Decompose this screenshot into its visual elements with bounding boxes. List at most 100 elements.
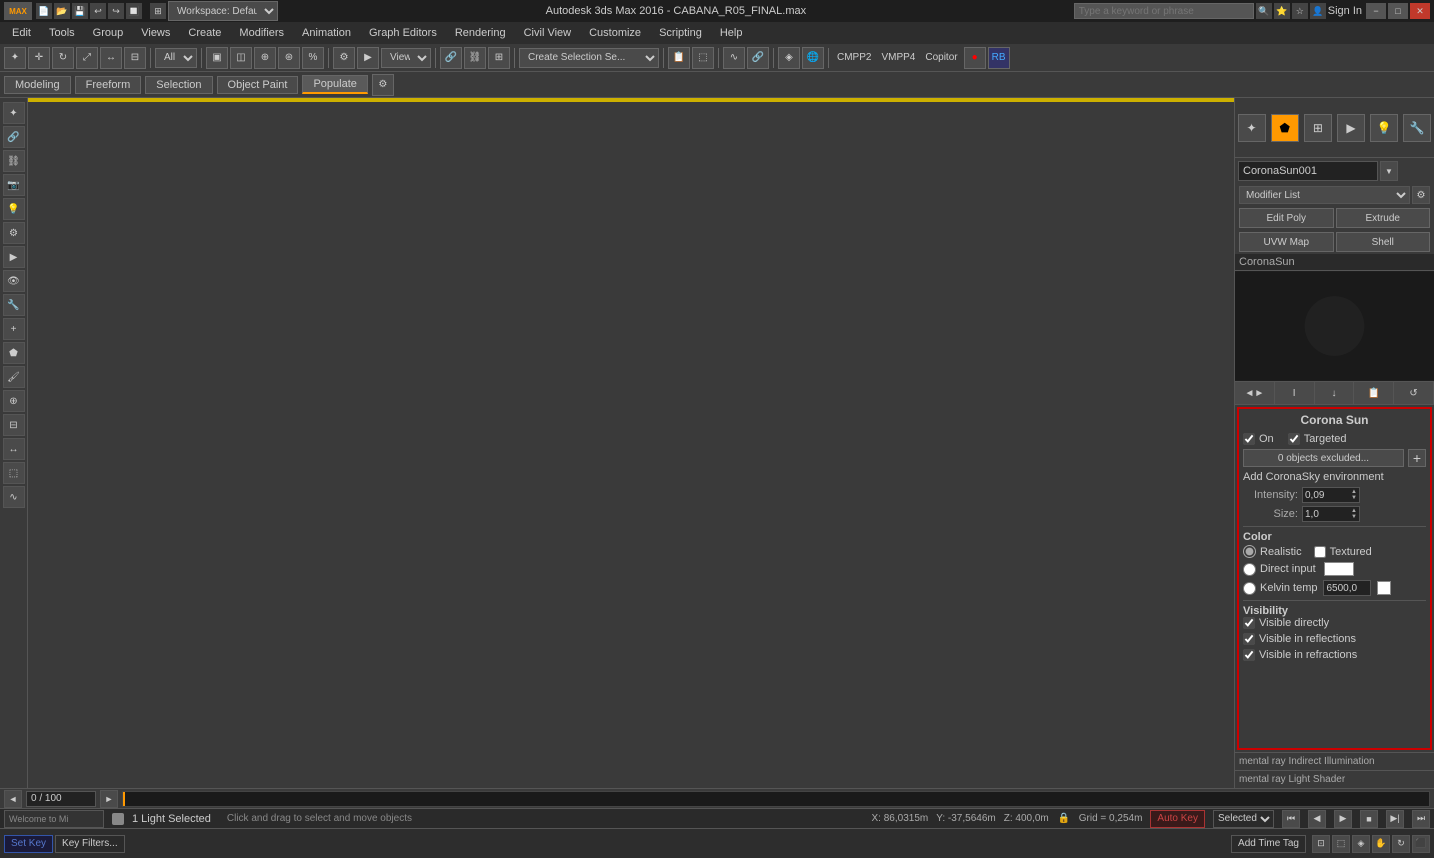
visible-directly-checkbox[interactable] (1243, 617, 1255, 629)
select-btn[interactable]: ✦ (4, 47, 26, 69)
bind-btn[interactable]: ⊞ (488, 47, 510, 69)
save-icon[interactable]: 💾 (72, 3, 88, 19)
viewport[interactable]: [+] [Orthographic] [Shaded] <<Disabled>>… (28, 98, 1234, 102)
motion-panel-btn[interactable]: ▶ (1337, 114, 1365, 142)
left-modify-btn[interactable]: ⬟ (3, 342, 25, 364)
menu-modifiers[interactable]: Modifiers (231, 25, 292, 41)
targeted-checkbox[interactable] (1288, 433, 1300, 445)
create-panel-btn[interactable]: ✦ (1238, 114, 1266, 142)
timeline-expand-right-btn[interactable]: ► (100, 790, 118, 808)
menu-create[interactable]: Create (180, 25, 229, 41)
visible-reflections-checkbox[interactable] (1243, 633, 1255, 645)
dot-red-btn[interactable]: ● (964, 47, 986, 69)
display-panel-btn[interactable]: 💡 (1370, 114, 1398, 142)
go-start-btn[interactable]: ⏮ (1282, 810, 1300, 828)
open-icon[interactable]: 📂 (54, 3, 70, 19)
size-down-arrow[interactable]: ▼ (1351, 514, 1357, 520)
link-btn[interactable]: 🔗 (440, 47, 462, 69)
stop-btn[interactable]: ■ (1360, 810, 1378, 828)
material-editor-btn[interactable]: ◈ (778, 47, 800, 69)
scene-icon[interactable]: 🔲 (126, 3, 142, 19)
user-icon[interactable]: 👤 (1310, 3, 1326, 19)
left-unlink-btn[interactable]: ⛓ (3, 150, 25, 172)
percent-snaps-btn[interactable]: % (302, 47, 324, 69)
left-display-btn[interactable]: 👁 (3, 270, 25, 292)
set-key-btn[interactable]: Set Key (4, 835, 53, 853)
menu-animation[interactable]: Animation (294, 25, 359, 41)
search-icon[interactable]: 🔍 (1256, 3, 1272, 19)
auto-key-btn[interactable]: Auto Key (1150, 810, 1205, 828)
left-align-btn[interactable]: ⊟ (3, 414, 25, 436)
intensity-down-arrow[interactable]: ▼ (1351, 495, 1357, 501)
left-array-btn[interactable]: ⬚ (3, 462, 25, 484)
mental-ray-indirect-btn[interactable]: mental ray Indirect Illumination (1235, 752, 1434, 770)
left-select-btn[interactable]: ✦ (3, 102, 25, 124)
panel-icon-down[interactable]: ↓ (1315, 382, 1355, 404)
modifier-config-btn[interactable]: ⚙ (1412, 186, 1430, 204)
menu-group[interactable]: Group (85, 25, 132, 41)
utility-panel-btn[interactable]: 🔧 (1403, 114, 1431, 142)
left-open-shapes-btn[interactable]: ∿ (3, 486, 25, 508)
extrude-btn[interactable]: Extrude (1336, 208, 1431, 228)
help-icon[interactable]: ⭐ (1274, 3, 1290, 19)
bookmark-icon[interactable]: ☆ (1292, 3, 1308, 19)
create-selection-dropdown[interactable]: Create Selection Se... (519, 48, 659, 68)
render-btn[interactable]: ▶ (357, 47, 379, 69)
panel-icon-arrow-lr[interactable]: ◄► (1235, 382, 1275, 404)
timeline-expand-btn[interactable]: ◄ (4, 790, 22, 808)
key-filters-btn[interactable]: Key Filters... (55, 835, 125, 853)
menu-rendering[interactable]: Rendering (447, 25, 514, 41)
left-camera-btn[interactable]: 📷 (3, 174, 25, 196)
go-end-btn[interactable]: ⏭ (1412, 810, 1430, 828)
selected-dropdown[interactable]: Selected (1213, 810, 1274, 828)
kelvin-value-input[interactable] (1323, 580, 1371, 596)
realistic-radio[interactable] (1243, 545, 1256, 558)
object-name-dropdown-btn[interactable]: ▼ (1380, 161, 1398, 181)
object-name-input[interactable] (1238, 161, 1378, 181)
undo-icon[interactable]: ↩ (90, 3, 106, 19)
render-environment-btn[interactable]: 🌐 (802, 47, 824, 69)
visible-refractions-checkbox[interactable] (1243, 649, 1255, 661)
left-link-btn[interactable]: 🔗 (3, 126, 25, 148)
schematic-btn[interactable]: 🔗 (747, 47, 769, 69)
render-setup-btn[interactable]: ⚙ (333, 47, 355, 69)
search-input[interactable] (1074, 3, 1254, 19)
add-time-tag-btn[interactable]: Add Time Tag (1231, 835, 1306, 853)
layer-btn[interactable]: ⬚ (692, 47, 714, 69)
new-icon[interactable]: 📄 (36, 3, 52, 19)
tab-populate[interactable]: Populate (302, 75, 367, 94)
menu-scripting[interactable]: Scripting (651, 25, 710, 41)
zoom-extents-btn[interactable]: ⊡ (1312, 835, 1330, 853)
angle-snaps-btn[interactable]: ⊛ (278, 47, 300, 69)
snaps-btn[interactable]: ⊕ (254, 47, 276, 69)
menu-edit[interactable]: Edit (4, 25, 39, 41)
left-motion-btn[interactable]: ▶ (3, 246, 25, 268)
field-of-view-btn[interactable]: ◈ (1352, 835, 1370, 853)
menu-views[interactable]: Views (133, 25, 178, 41)
selection-filter-dropdown[interactable]: All (155, 48, 197, 68)
add-excluded-btn[interactable]: + (1408, 449, 1426, 467)
orbit-btn[interactable]: ↻ (1392, 835, 1410, 853)
modifier-list-dropdown[interactable]: Modifier List (1239, 186, 1410, 204)
move-btn[interactable]: ✛ (28, 47, 50, 69)
textured-checkbox[interactable] (1314, 546, 1326, 558)
tab-modeling[interactable]: Modeling (4, 76, 71, 94)
maximize-btn[interactable]: □ (1388, 3, 1408, 19)
left-create-btn[interactable]: + (3, 318, 25, 340)
kelvin-radio[interactable] (1243, 582, 1256, 595)
populate-settings-btn[interactable]: ⚙ (372, 74, 394, 96)
menu-civil-view[interactable]: Civil View (516, 25, 579, 41)
hierarchy-panel-btn[interactable]: ⊞ (1304, 114, 1332, 142)
left-hierarchy-btn[interactable]: ⚙ (3, 222, 25, 244)
tab-selection[interactable]: Selection (145, 76, 212, 94)
close-btn[interactable]: ✕ (1410, 3, 1430, 19)
edit-poly-btn[interactable]: Edit Poly (1239, 208, 1334, 228)
panel-icon-clipboard[interactable]: 📋 (1354, 382, 1394, 404)
curve-editor-btn[interactable]: ∿ (723, 47, 745, 69)
mental-ray-light-shader-btn[interactable]: mental ray Light Shader (1235, 770, 1434, 788)
maximize-viewport-btn[interactable]: ⬛ (1412, 835, 1430, 853)
shell-btn[interactable]: Shell (1336, 232, 1431, 252)
direct-input-color-swatch[interactable] (1324, 562, 1354, 576)
named-sel-btn[interactable]: 📋 (668, 47, 690, 69)
left-snap-btn[interactable]: ⊕ (3, 390, 25, 412)
